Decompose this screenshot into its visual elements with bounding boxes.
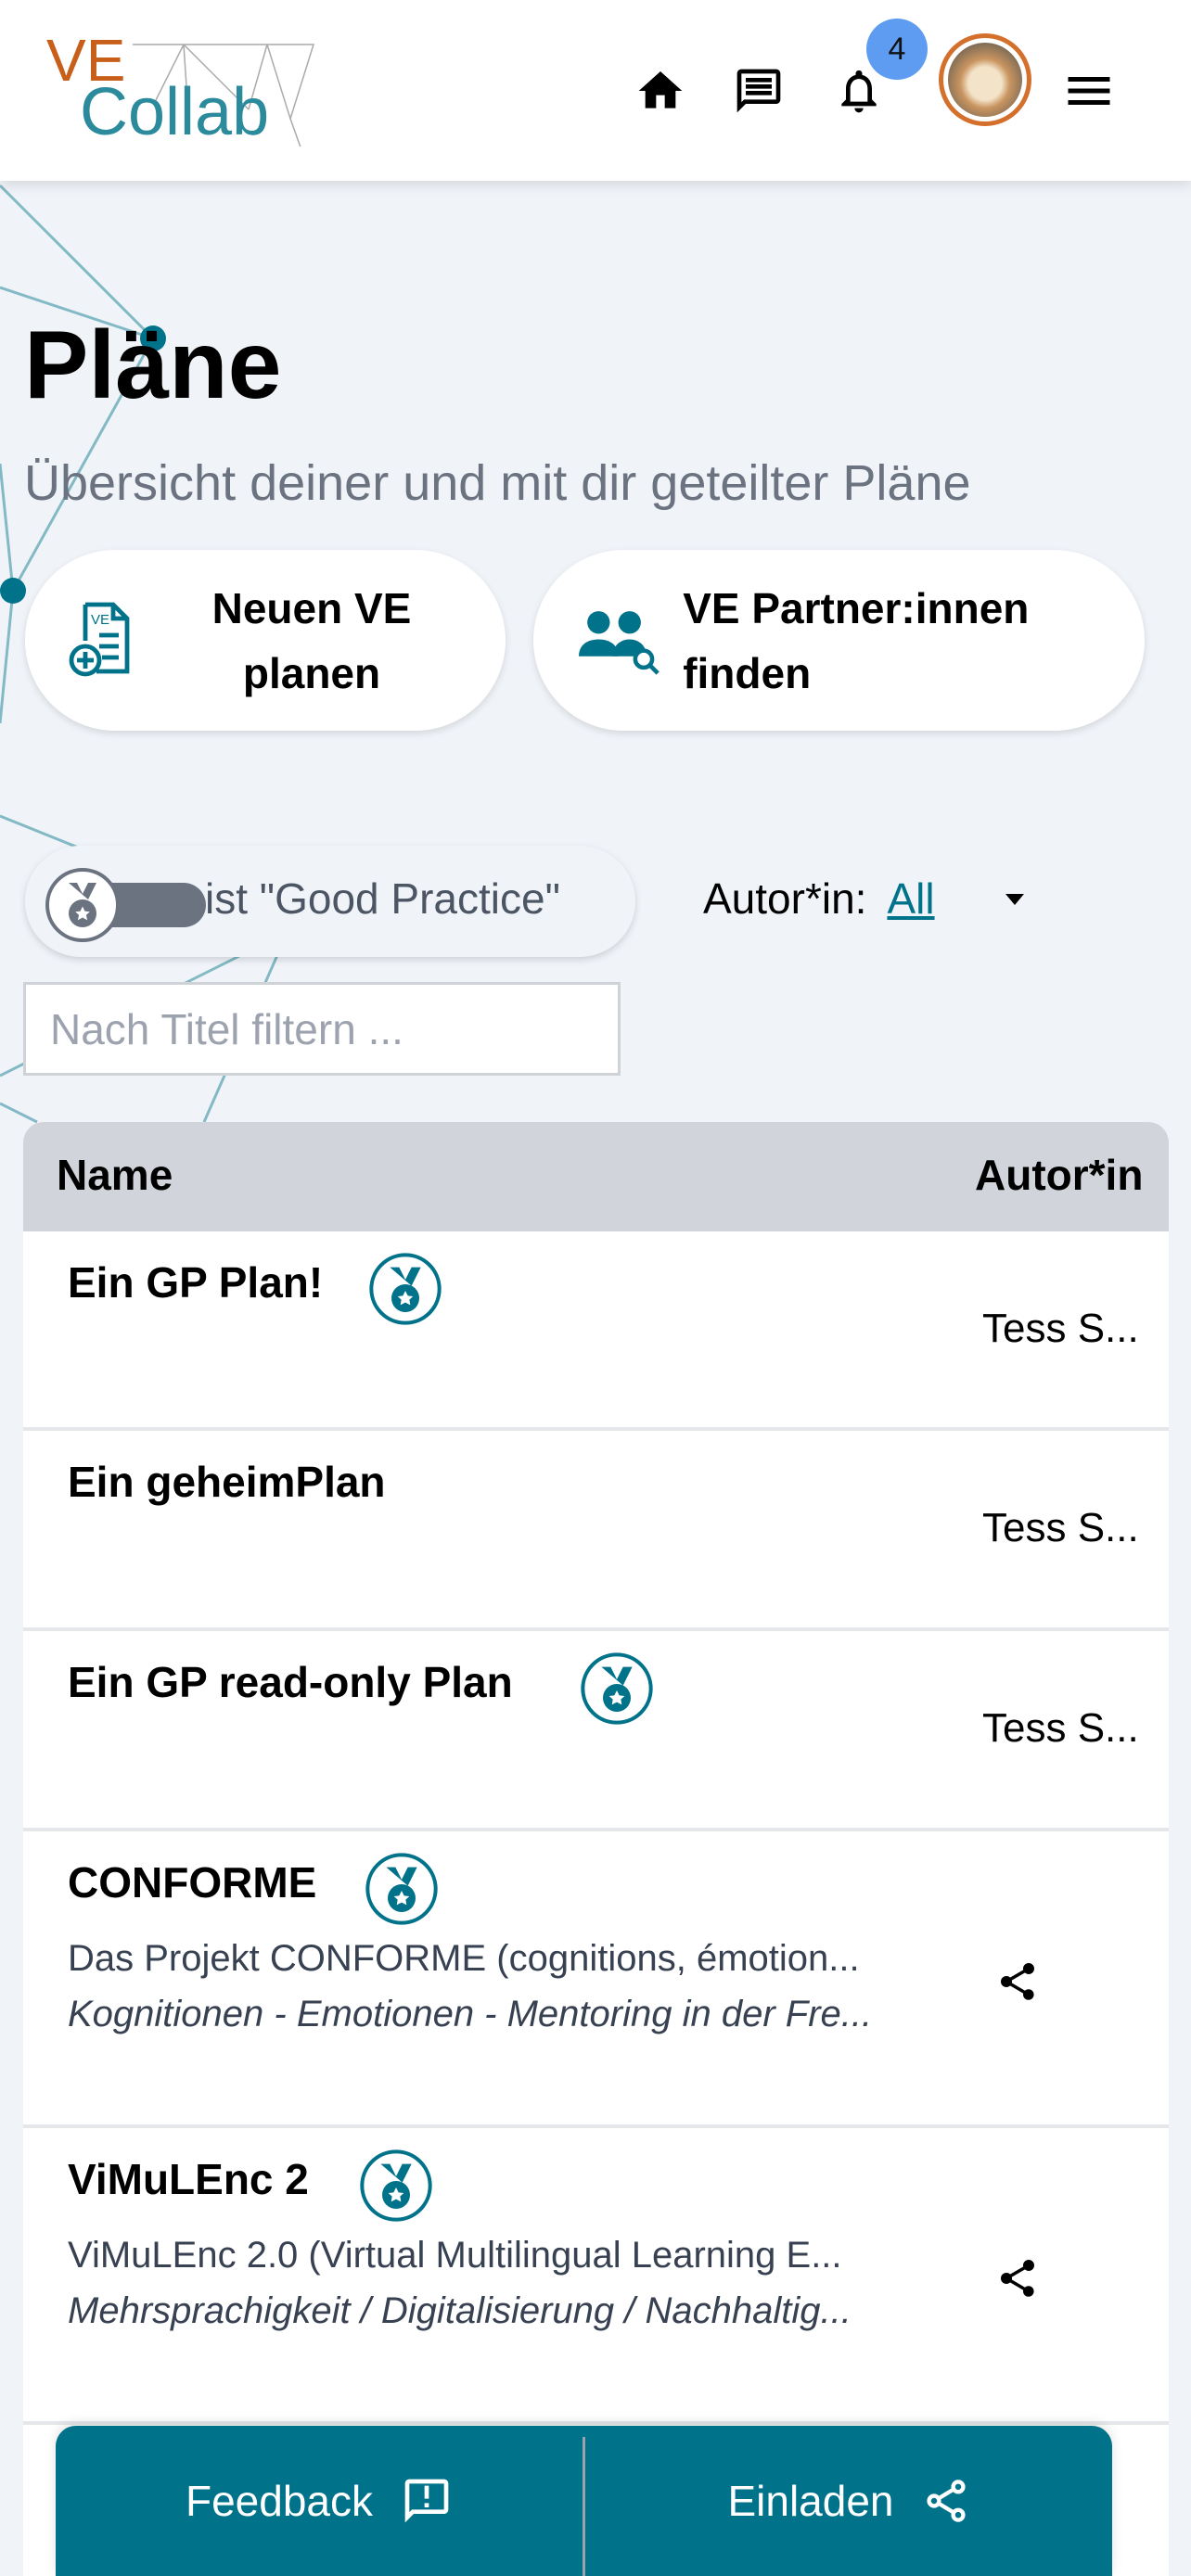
plan-author: Tess S... [982, 1306, 1139, 1351]
feedback-label: Feedback [185, 2477, 373, 2525]
plan-name[interactable]: Ein geheimPlan [68, 1457, 386, 1507]
good-practice-medal-icon [368, 1252, 442, 1326]
table-row[interactable]: Ein GP read-only Plan Tess S... [23, 1631, 1169, 1831]
invite-button[interactable]: Einladen [585, 2426, 1112, 2576]
shared-icon[interactable] [995, 2256, 1040, 2301]
column-header-name[interactable]: Name [57, 1150, 173, 1200]
chat-icon[interactable] [733, 65, 785, 117]
plan-name[interactable]: CONFORME [68, 1857, 316, 1907]
shared-icon[interactable] [995, 1959, 1040, 2004]
good-practice-medal-icon [365, 1852, 439, 1926]
good-practice-medal-icon [359, 2149, 433, 2223]
table-row[interactable]: Ein GP Plan! Tess S... [23, 1231, 1169, 1431]
vecollab-logo[interactable]: VE Collab [45, 26, 323, 149]
table-header: Name Autor*in [23, 1122, 1169, 1231]
top-navbar: VE Collab 4 [0, 0, 1191, 181]
plan-name[interactable]: ViMuLEnc 2 [68, 2154, 309, 2204]
plan-description: Das Projekt CONFORME (cognitions, émotio… [68, 1938, 860, 1979]
plan-author: Tess S... [982, 1505, 1139, 1550]
plan-topics: Kognitionen - Emotionen - Mentoring in d… [68, 1994, 873, 2034]
caret-down-icon[interactable] [1005, 894, 1024, 905]
author-filter-value[interactable]: All [887, 874, 934, 923]
plan-description: ViMuLEnc 2.0 (Virtual Multilingual Learn… [68, 2235, 842, 2276]
column-header-author[interactable]: Autor*in [975, 1150, 1143, 1200]
good-practice-toggle[interactable]: ist "Good Practice" [25, 846, 635, 957]
new-plan-document-icon: VE [69, 602, 130, 676]
bottom-action-bar: Feedback Einladen [56, 2426, 1112, 2576]
find-partners-icon [579, 610, 660, 675]
author-filter[interactable]: Autor*in: All [703, 874, 1024, 924]
plan-author: Tess S... [982, 1705, 1139, 1751]
find-partners-label: VE Partner:innen finden [683, 583, 1030, 697]
feedback-button[interactable]: Feedback [56, 2426, 583, 2576]
invite-label: Einladen [727, 2477, 894, 2525]
logo-text-collab: Collab [80, 75, 270, 149]
avatar[interactable] [939, 33, 1031, 126]
medal-icon [69, 883, 96, 927]
feedback-icon [404, 2479, 449, 2523]
good-practice-medal-icon [580, 1651, 654, 1726]
new-plan-label: Neuen VE planen [211, 583, 412, 697]
plan-topics: Mehrsprachigkeit / Digitalisierung / Nac… [68, 2290, 852, 2331]
notification-count-badge: 4 [866, 19, 928, 80]
plan-name[interactable]: Ein GP read-only Plan [68, 1657, 513, 1707]
toggle-knob[interactable] [45, 868, 120, 942]
page-subtitle: Übersicht deiner und mit dir geteilter P… [24, 455, 971, 511]
table-row[interactable]: CONFORME Das Projekt CONFORME (cognitions… [23, 1831, 1169, 2128]
find-partners-button[interactable]: VE Partner:innen finden [533, 550, 1145, 731]
title-filter-input[interactable] [23, 982, 621, 1076]
svg-text:VE: VE [91, 612, 109, 628]
table-row[interactable]: Ein geheimPlan Tess S... [23, 1431, 1169, 1631]
table-row[interactable]: ViMuLEnc 2 ViMuLEnc 2.0 (Virtual Multilin… [23, 2128, 1169, 2425]
menu-icon[interactable] [1061, 63, 1117, 119]
good-practice-label: ist "Good Practice" [205, 874, 560, 923]
page-title: Pläne [24, 312, 282, 419]
plans-table: Name Autor*in Ein GP Plan! Tess S... Ein g… [23, 1122, 1169, 2576]
plan-name[interactable]: Ein GP Plan! [68, 1257, 323, 1307]
new-plan-button[interactable]: VE Neuen VE planen [25, 550, 506, 731]
home-icon[interactable] [634, 65, 686, 117]
share-icon [926, 2480, 966, 2522]
author-filter-label: Autor*in: [703, 874, 867, 923]
